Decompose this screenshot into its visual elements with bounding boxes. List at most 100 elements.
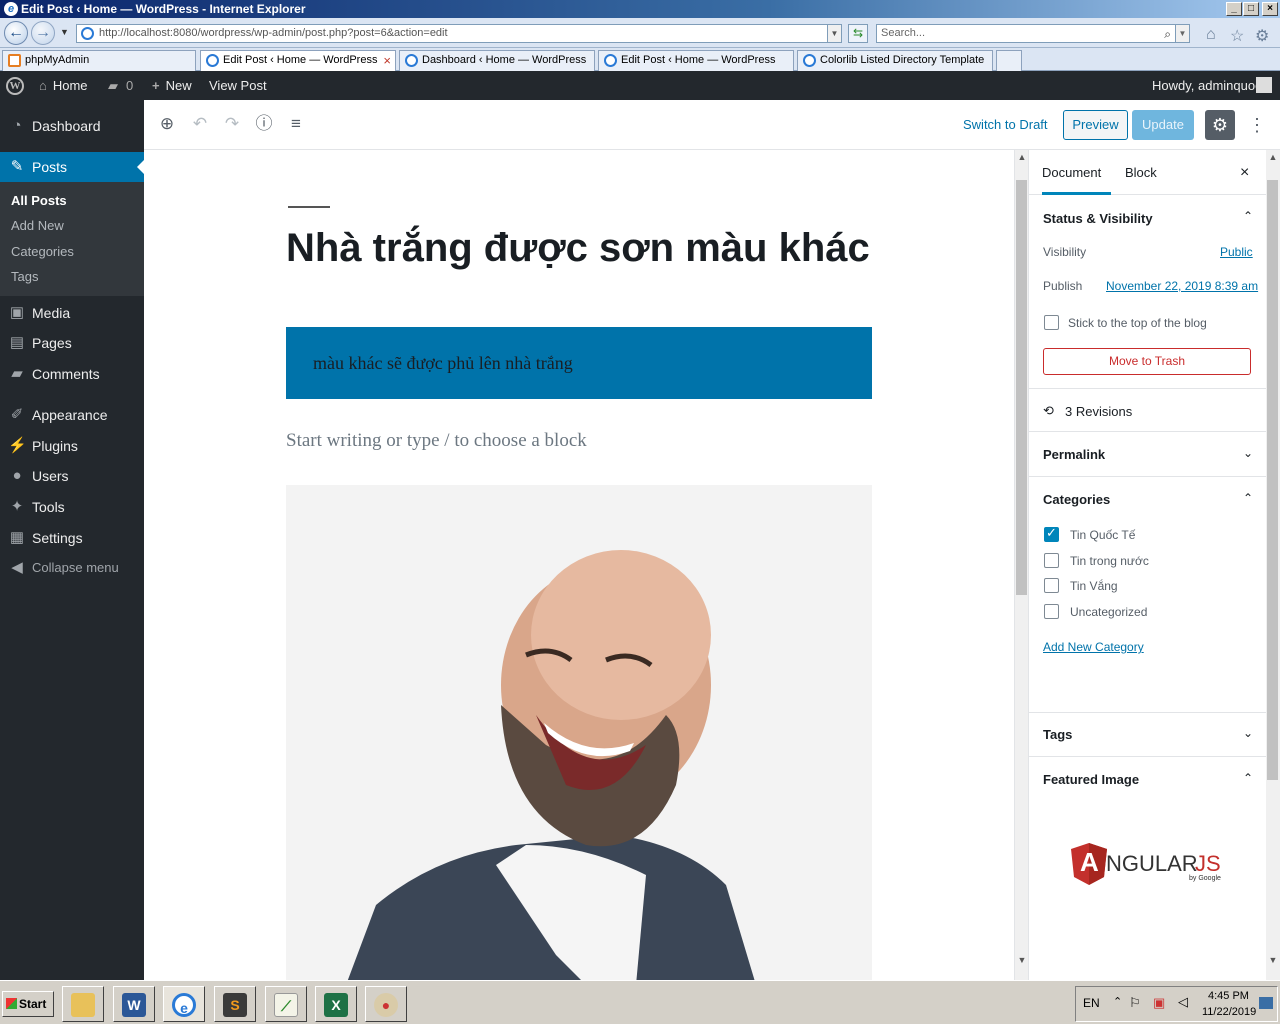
info-icon[interactable]: ⓘ [254, 114, 274, 134]
adminbar-view-post[interactable]: View Post [209, 71, 267, 100]
category-checkbox[interactable] [1044, 525, 1059, 542]
scroll-up-icon[interactable]: ▲ [1015, 152, 1029, 162]
block-navigation-icon[interactable]: ≡ [286, 114, 306, 134]
scroll-up-icon[interactable]: ▲ [1266, 152, 1280, 162]
add-block-icon[interactable]: ⊕ [157, 114, 177, 134]
cover-text[interactable]: màu khác sẽ được phủ lên nhà trắng [313, 353, 573, 373]
post-title[interactable]: Nhà trắng được sơn màu khác [286, 226, 906, 271]
section-heading[interactable]: Categories [1043, 492, 1110, 507]
revisions-section[interactable]: ⟲ 3 Revisions [1029, 389, 1267, 432]
visibility-link[interactable]: Public [1220, 245, 1253, 259]
explorer-taskbar-icon[interactable] [62, 986, 104, 1022]
sidebar-item-appearance[interactable]: ✐ Appearance [0, 400, 144, 430]
tab-edit-post-active[interactable]: Edit Post ‹ Home — WordPress × [200, 50, 396, 71]
scroll-down-icon[interactable]: ▼ [1266, 955, 1280, 965]
sidebar-item-comments[interactable]: ▰ Comments [0, 359, 144, 389]
section-heading[interactable]: Status & Visibility [1043, 211, 1153, 226]
refresh-button[interactable]: ⇆ [848, 24, 868, 43]
category-checkbox[interactable] [1044, 604, 1059, 619]
submenu-categories[interactable]: Categories [11, 240, 74, 264]
undo-icon[interactable]: ↶ [190, 114, 210, 134]
submenu-tags[interactable]: Tags [11, 265, 38, 289]
address-dropdown-icon[interactable]: ▼ [827, 25, 841, 42]
paint-taskbar-icon[interactable]: ● [365, 986, 407, 1022]
block-placeholder[interactable]: Start writing or type / to choose a bloc… [286, 430, 587, 452]
ie-taskbar-icon[interactable]: e [163, 986, 205, 1022]
new-tab-button[interactable] [996, 50, 1022, 71]
editor-scrollbar[interactable]: ▲ ▼ [1014, 150, 1028, 980]
sidebar-item-plugins[interactable]: ⚡ Plugins [0, 431, 144, 461]
minimize-button[interactable]: _ [1226, 2, 1242, 16]
adminbar-comments[interactable]: ▰ 0 [108, 71, 133, 100]
forward-button[interactable]: → [31, 21, 55, 45]
close-panel-icon[interactable]: × [1240, 150, 1249, 195]
tab-block[interactable]: Block [1125, 150, 1157, 195]
category-checkbox[interactable] [1044, 578, 1059, 593]
chevron-down-icon[interactable]: ⌄ [1243, 446, 1253, 460]
maximize-button[interactable]: □ [1243, 2, 1259, 16]
chevron-up-icon[interactable]: ⌃ [1243, 491, 1253, 505]
more-options-icon[interactable]: ⋮ [1248, 110, 1266, 140]
home-icon[interactable]: ⌂ [1206, 26, 1216, 44]
tab-dashboard[interactable]: Dashboard ‹ Home — WordPress [399, 50, 595, 71]
tab-phpmyadmin[interactable]: phpMyAdmin [2, 50, 196, 71]
sidebar-item-posts[interactable]: ✎ Posts [0, 152, 144, 182]
cover-block[interactable]: màu khác sẽ được phủ lên nhà trắng [286, 327, 872, 399]
scroll-thumb[interactable] [1016, 180, 1027, 595]
adminbar-new[interactable]: + New [152, 71, 192, 100]
chevron-up-icon[interactable]: ⌃ [1243, 771, 1253, 785]
submenu-all-posts[interactable]: All Posts [11, 189, 67, 213]
word-taskbar-icon[interactable]: W [113, 986, 155, 1022]
show-hidden-icons-icon[interactable]: ⌃ [1113, 995, 1122, 1008]
chart-app-taskbar-icon[interactable]: ⟋ [265, 986, 307, 1022]
search-input[interactable]: Search... ⌕ ▼ [876, 24, 1190, 43]
sublime-taskbar-icon[interactable]: S [214, 986, 256, 1022]
adminbar-howdy[interactable]: Howdy, adminquoc [1152, 71, 1262, 100]
avatar[interactable] [1256, 77, 1272, 93]
settings-gear-icon[interactable]: ⚙ [1205, 110, 1235, 140]
update-button[interactable]: Update [1132, 110, 1194, 140]
chevron-up-icon[interactable]: ⌃ [1243, 209, 1253, 223]
sidebar-item-settings[interactable]: ▦ Settings [0, 523, 144, 553]
start-button[interactable]: Start [2, 991, 54, 1017]
wordpress-logo-icon[interactable]: W [6, 77, 24, 95]
featured-image-preview[interactable]: A NGULAR JS by Google [1069, 841, 1239, 887]
panel-scrollbar[interactable]: ▲ ▼ [1266, 150, 1280, 980]
tools-gear-icon[interactable]: ⚙ [1255, 26, 1269, 46]
sidebar-item-tools[interactable]: ✦ Tools [0, 492, 144, 522]
scroll-thumb[interactable] [1267, 180, 1278, 780]
image-block[interactable] [286, 485, 872, 980]
publish-date-link[interactable]: November 22, 2019 8:39 am [1106, 279, 1258, 293]
add-new-category-link[interactable]: Add New Category [1043, 640, 1144, 654]
favorites-star-icon[interactable]: ☆ [1230, 26, 1244, 46]
sidebar-item-pages[interactable]: ▤ Pages [0, 328, 144, 358]
section-heading[interactable]: Tags [1043, 727, 1072, 742]
volume-icon[interactable]: ◁ [1178, 994, 1188, 1010]
address-input[interactable]: http://localhost:8080/wordpress/wp-admin… [76, 24, 842, 43]
section-heading[interactable]: Featured Image [1043, 772, 1139, 787]
adminbar-home[interactable]: ⌂ Home [39, 71, 88, 100]
sidebar-item-dashboard[interactable]: ◔ Dashboard [0, 111, 144, 141]
close-tab-icon[interactable]: × [383, 51, 391, 70]
section-heading[interactable]: Permalink [1043, 447, 1105, 462]
excel-taskbar-icon[interactable]: X [315, 986, 357, 1022]
switch-to-draft-button[interactable]: Switch to Draft [963, 100, 1048, 150]
back-button[interactable]: ← [4, 21, 28, 45]
language-indicator[interactable]: EN [1083, 996, 1100, 1010]
flag-icon[interactable]: ⚐ [1129, 995, 1141, 1011]
tab-document[interactable]: Document [1042, 150, 1111, 195]
preview-button[interactable]: Preview [1063, 110, 1128, 140]
move-to-trash-button[interactable]: Move to Trash [1043, 348, 1251, 375]
clock-time[interactable]: 4:45 PM [1208, 990, 1249, 1002]
category-checkbox[interactable] [1044, 553, 1059, 568]
clock-date[interactable]: 11/22/2019 [1202, 1006, 1256, 1018]
sidebar-item-media[interactable]: ▣ Media [0, 298, 144, 328]
chevron-down-icon[interactable]: ⌄ [1243, 726, 1253, 740]
show-desktop-icon[interactable] [1259, 997, 1273, 1009]
collapse-menu-button[interactable]: ◀ Collapse menu [0, 553, 144, 583]
network-icon[interactable]: ▣ [1153, 995, 1165, 1011]
tab-edit-post[interactable]: Edit Post ‹ Home — WordPress [598, 50, 794, 71]
submenu-add-new[interactable]: Add New [11, 214, 64, 238]
scroll-down-icon[interactable]: ▼ [1015, 955, 1029, 965]
redo-icon[interactable]: ↷ [222, 114, 242, 134]
